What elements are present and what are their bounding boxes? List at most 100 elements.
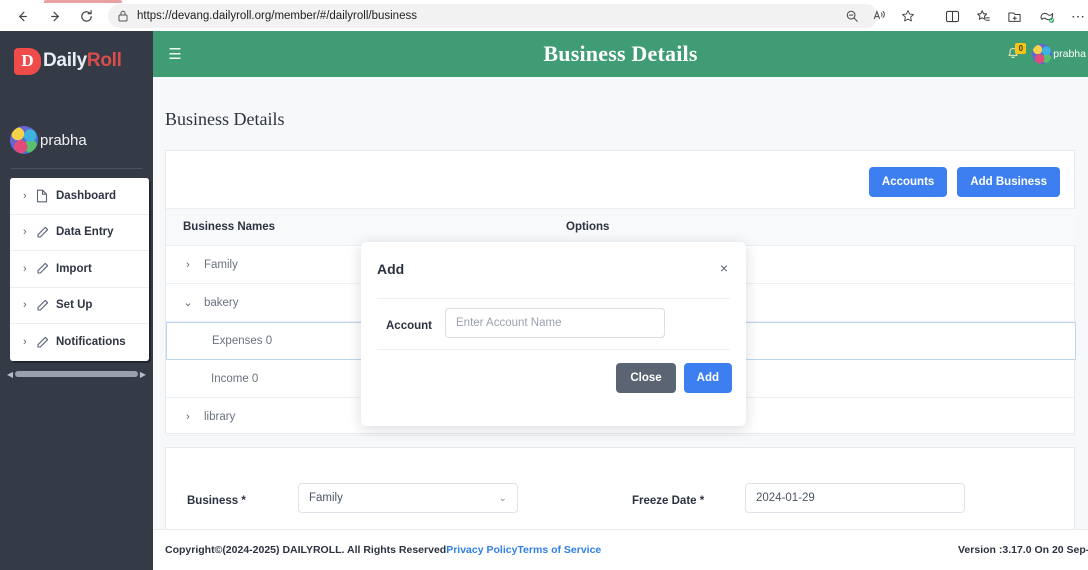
- zoom-out-icon[interactable]: [845, 9, 859, 23]
- column-header-business-names: Business Names: [183, 221, 276, 233]
- sidebar-item-label: Dashboard: [56, 189, 117, 202]
- notifications-bell[interactable]: 0: [1003, 43, 1027, 64]
- footer-copyright: Copyright©(2024-2025) DAILYROLL. All Rig…: [165, 544, 601, 556]
- forward-icon[interactable]: [43, 4, 67, 28]
- app-footer: Copyright©(2024-2025) DAILYROLL. All Rig…: [153, 529, 1088, 570]
- header-actions: 0 prabha: [1003, 31, 1088, 77]
- file-icon: [36, 189, 56, 203]
- row-label: library: [204, 410, 236, 423]
- scroll-right-icon[interactable]: ▶: [138, 370, 148, 379]
- logo-wordmark: DailyRoll: [43, 50, 122, 72]
- pencil-icon: [36, 226, 56, 239]
- sidebar-user-name: prabha: [40, 131, 87, 149]
- chevron-right-icon[interactable]: ›: [180, 259, 196, 271]
- pencil-icon: [36, 262, 56, 275]
- pencil-icon: [36, 299, 56, 312]
- column-header-options: Options: [566, 221, 610, 233]
- sidebar-item-label: Data Entry: [56, 226, 114, 239]
- modal-divider-top: [377, 298, 730, 299]
- avatar: [10, 126, 38, 154]
- sidebar-item-dashboard[interactable]: › Dashboard: [10, 178, 149, 215]
- back-icon[interactable]: [10, 4, 34, 28]
- header-user-name: prabha: [1053, 48, 1086, 60]
- modal-divider-bottom: [377, 349, 730, 350]
- footer-version: Version :3.17.0 On 20 Sep-202: [958, 544, 1088, 556]
- logo-word-roll: Roll: [86, 50, 122, 71]
- sidebar-item-label: Set Up: [56, 299, 93, 312]
- app-header: ☰ Business Details 0 prabha: [153, 31, 1088, 77]
- sidebar-horizontal-scrollbar[interactable]: ◀ ▶: [5, 367, 148, 381]
- app-root: D DailyRoll prabha › Dashboard › Data En…: [0, 31, 1088, 570]
- freeze-date-input[interactable]: 2024-01-29: [745, 483, 965, 513]
- account-name-input[interactable]: [445, 308, 665, 338]
- split-screen-icon[interactable]: [945, 9, 960, 24]
- lock-icon: [118, 10, 128, 22]
- row-label: Expenses 0: [212, 335, 273, 347]
- business-label: Business *: [187, 495, 246, 507]
- logo-mark-icon: D: [14, 47, 41, 75]
- chevron-right-icon: ›: [23, 262, 27, 275]
- chevron-right-icon: ›: [23, 226, 27, 239]
- account-label: Account: [386, 320, 432, 332]
- add-business-button[interactable]: Add Business: [957, 167, 1060, 197]
- table-header-row: Business Names Options: [166, 208, 1076, 246]
- scrollbar-thumb[interactable]: [15, 371, 138, 377]
- chevron-down-icon[interactable]: ⌄: [180, 296, 196, 309]
- terms-of-service-link[interactable]: Terms of Service: [517, 544, 601, 556]
- business-select-value: Family: [309, 492, 343, 504]
- address-bar-url: https://devang.dailyroll.org/member/#/da…: [137, 10, 417, 22]
- modal-title: Add: [377, 261, 405, 277]
- chevron-right-icon[interactable]: ›: [180, 411, 196, 423]
- row-label: bakery: [204, 296, 239, 309]
- avatar: [1032, 44, 1053, 64]
- sidebar-item-data-entry[interactable]: › Data Entry: [10, 214, 149, 251]
- accounts-button[interactable]: Accounts: [868, 167, 948, 197]
- logo-word-daily: Daily: [43, 50, 87, 71]
- row-label: Family: [204, 258, 238, 271]
- table-toolbar: Accounts Add Business: [868, 167, 1060, 197]
- tab-strip: [0, 0, 1088, 3]
- collections-icon[interactable]: [976, 9, 991, 24]
- privacy-policy-link[interactable]: Privacy Policy: [446, 544, 517, 556]
- sidebar-item-notifications[interactable]: › Notifications: [10, 324, 149, 361]
- chevron-down-icon: ⌄: [498, 492, 507, 504]
- freeze-date-label: Freeze Date *: [632, 495, 705, 507]
- add-account-modal: Add × Account Close Add: [361, 242, 746, 426]
- chevron-right-icon: ›: [23, 299, 27, 312]
- scroll-left-icon[interactable]: ◀: [5, 370, 15, 379]
- address-bar[interactable]: https://devang.dailyroll.org/member/#/da…: [108, 4, 878, 28]
- omnibox-actions: [845, 4, 915, 28]
- favorite-icon[interactable]: [901, 9, 915, 23]
- sidebar-divider: [11, 168, 142, 169]
- add-tab-group-icon[interactable]: [1007, 9, 1022, 24]
- footer-copyright-text: Copyright©(2024-2025) DAILYROLL. All Rig…: [165, 544, 447, 556]
- pencil-icon: [36, 336, 56, 349]
- sidebar-item-label: Notifications: [56, 336, 126, 349]
- close-icon[interactable]: ×: [715, 259, 733, 277]
- more-icon[interactable]: ⋯: [1071, 8, 1085, 25]
- sidebar-item-import[interactable]: › Import: [10, 251, 149, 288]
- header-user[interactable]: prabha: [1032, 44, 1086, 64]
- business-select[interactable]: Family ⌄: [298, 483, 518, 513]
- add-button[interactable]: Add: [683, 363, 732, 393]
- reload-icon[interactable]: [74, 4, 98, 28]
- content-heading: Business Details: [165, 109, 285, 129]
- sidebar-user[interactable]: prabha: [10, 123, 150, 157]
- page-title: Business Details: [543, 41, 698, 66]
- sidebar-item-label: Import: [56, 262, 92, 275]
- chevron-right-icon: ›: [23, 189, 27, 202]
- row-label: Income 0: [211, 372, 259, 385]
- sidebar: D DailyRoll prabha › Dashboard › Data En…: [0, 31, 153, 570]
- freeze-date-value: 2024-01-29: [756, 492, 815, 504]
- copilot-icon[interactable]: [1038, 9, 1055, 24]
- browser-chrome: https://devang.dailyroll.org/member/#/da…: [0, 0, 1088, 31]
- browser-toolbar-actions: ⋯: [945, 4, 1085, 28]
- modal-actions: Close Add: [616, 363, 732, 393]
- notification-badge: 0: [1015, 43, 1027, 54]
- read-aloud-icon[interactable]: [873, 9, 887, 23]
- hamburger-menu-icon[interactable]: ☰: [164, 45, 186, 63]
- sidebar-item-set-up[interactable]: › Set Up: [10, 287, 149, 324]
- close-button[interactable]: Close: [616, 363, 676, 393]
- browser-tab[interactable]: [44, 0, 122, 3]
- brand-logo[interactable]: D DailyRoll: [14, 45, 142, 77]
